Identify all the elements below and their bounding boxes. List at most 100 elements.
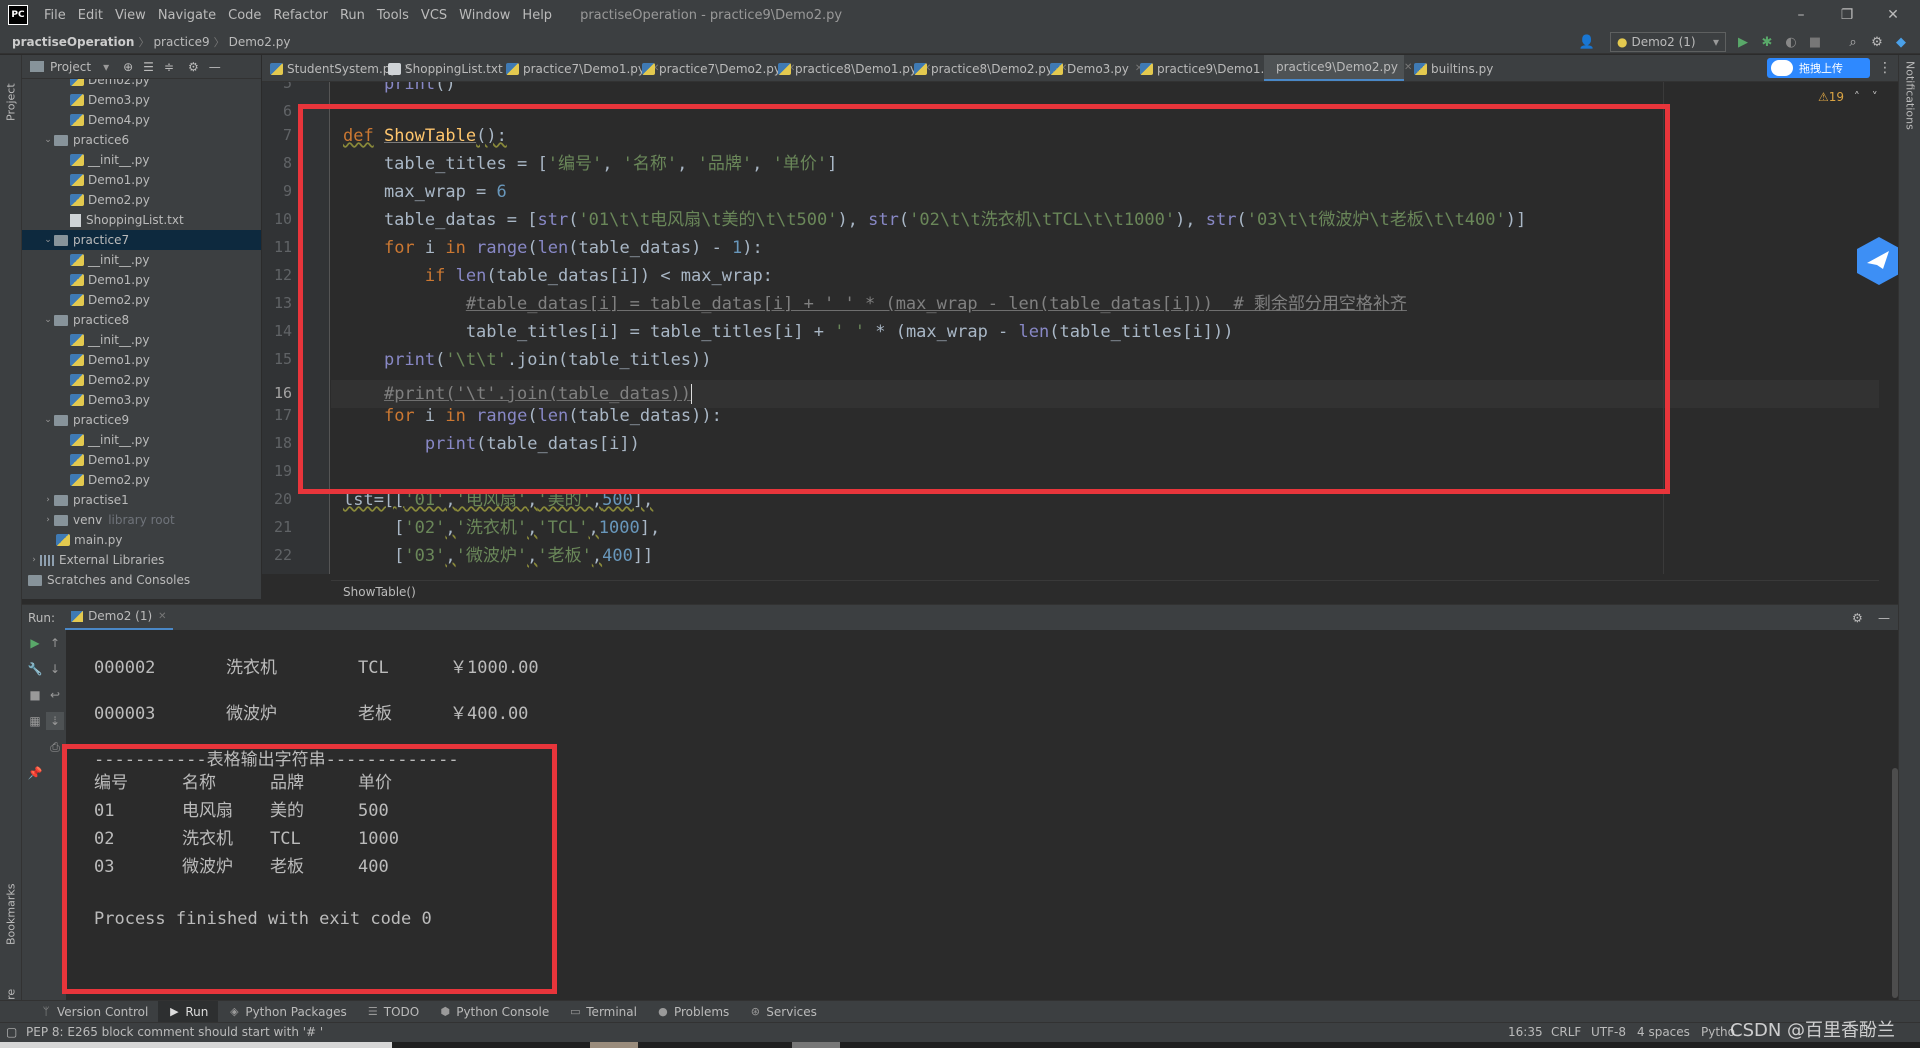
- tool-python-console[interactable]: ⬢ Python Console: [429, 1001, 559, 1023]
- debug-icon[interactable]: ✱: [1758, 33, 1776, 51]
- tree-item[interactable]: › External Libraries: [22, 550, 261, 570]
- pin-icon[interactable]: 📌: [26, 764, 44, 782]
- tree-item[interactable]: Demo2.py: [22, 470, 261, 490]
- stop-icon[interactable]: ■: [1806, 33, 1824, 51]
- tree-item[interactable]: Demo4.py: [22, 110, 261, 130]
- tree-item[interactable]: __init__.py: [22, 330, 261, 350]
- console-scrollbar[interactable]: [1892, 768, 1898, 998]
- chevron-down-icon[interactable]: ⌄: [42, 415, 54, 425]
- console-output[interactable]: 000002 洗衣机 TCL ￥1000.00 000003 微波炉 老板 ￥4…: [66, 630, 1898, 1010]
- menu-window[interactable]: Window: [453, 8, 516, 23]
- menu-view[interactable]: View: [109, 8, 152, 23]
- project-panel-title[interactable]: Project: [50, 60, 91, 74]
- chevron-right-icon[interactable]: ›: [42, 495, 54, 505]
- function-breadcrumb[interactable]: ShowTable(): [343, 585, 416, 599]
- user-icon[interactable]: 👤: [1578, 33, 1596, 51]
- file-encoding[interactable]: UTF-8: [1591, 1025, 1626, 1039]
- tab-practice9-demo2[interactable]: practice9\Demo2.py ✕: [1264, 55, 1412, 81]
- menu-help[interactable]: Help: [516, 8, 558, 23]
- chevron-right-icon[interactable]: ›: [42, 515, 54, 525]
- menu-code[interactable]: Code: [222, 8, 267, 23]
- tree-item[interactable]: ⌄ practice8: [22, 310, 261, 330]
- indent-setting[interactable]: 4 spaces: [1637, 1025, 1690, 1039]
- tree-item[interactable]: ⌄ practice6: [22, 130, 261, 150]
- layout-icon[interactable]: ▢: [6, 1025, 17, 1039]
- tree-item[interactable]: Demo1.py: [22, 350, 261, 370]
- down-arrow-icon[interactable]: ↓: [46, 660, 64, 678]
- menu-navigate[interactable]: Navigate: [152, 8, 222, 23]
- tree-item[interactable]: Demo1.py: [22, 170, 261, 190]
- settings-gear-icon[interactable]: ⚙: [1852, 611, 1863, 625]
- chevron-down-icon[interactable]: ⌄: [42, 315, 54, 325]
- rerun-icon[interactable]: ▶: [26, 634, 44, 652]
- more-options-icon[interactable]: ⋮: [1878, 60, 1892, 76]
- soft-wrap-icon[interactable]: ↩: [46, 686, 64, 704]
- close-button[interactable]: ✕: [1870, 0, 1916, 30]
- run-tab[interactable]: Demo2 (1) ✕: [65, 605, 173, 631]
- settings-gear-icon[interactable]: ⚙: [1868, 33, 1886, 51]
- tree-item[interactable]: › practise1: [22, 490, 261, 510]
- chevron-right-icon[interactable]: ›: [28, 555, 40, 565]
- tree-item[interactable]: ShoppingList.txt: [22, 210, 261, 230]
- tool-python-packages[interactable]: ◈ Python Packages: [218, 1001, 356, 1023]
- menu-refactor[interactable]: Refactor: [267, 8, 334, 23]
- tree-item[interactable]: ⌄ practice7: [22, 230, 261, 250]
- tab-demo3[interactable]: Demo3.py✕: [1042, 55, 1143, 81]
- minimize-button[interactable]: –: [1778, 0, 1824, 30]
- menu-file[interactable]: File: [38, 8, 72, 23]
- notifications-side-tab[interactable]: Notifications: [1901, 61, 1919, 151]
- chevron-up-icon[interactable]: ˄: [1854, 90, 1860, 104]
- hide-icon[interactable]: —: [1878, 611, 1890, 625]
- tab-shoppinglist[interactable]: ShoppingList.txt✕: [380, 55, 517, 81]
- chevron-down-icon[interactable]: ⌄: [42, 135, 54, 145]
- tree-item[interactable]: Demo2.py: [22, 190, 261, 210]
- status-message[interactable]: PEP 8: E265 block comment should start w…: [26, 1025, 323, 1039]
- menu-vcs[interactable]: VCS: [415, 8, 453, 23]
- drag-upload-button[interactable]: 拖拽上传: [1767, 58, 1870, 78]
- tree-item[interactable]: Demo1.py: [22, 270, 261, 290]
- tree-item[interactable]: __init__.py: [22, 150, 261, 170]
- code-editor[interactable]: print() def ShowTable(): table_titles = …: [331, 82, 1879, 574]
- chevron-down-icon[interactable]: ˅: [1872, 90, 1878, 104]
- chevron-down-icon[interactable]: ▾: [103, 60, 109, 74]
- run-icon[interactable]: ▶: [1734, 33, 1752, 51]
- tool-terminal[interactable]: ▭ Terminal: [559, 1001, 647, 1023]
- hide-icon[interactable]: —: [209, 60, 221, 74]
- restore-button[interactable]: ❐: [1824, 0, 1870, 30]
- tab-builtins[interactable]: builtins.py: [1406, 55, 1493, 81]
- tree-item[interactable]: Demo3.py: [22, 90, 261, 110]
- error-stripe[interactable]: [1879, 82, 1895, 574]
- tree-item[interactable]: Demo3.py: [22, 390, 261, 410]
- scroll-to-end-icon[interactable]: ⇣: [46, 712, 64, 730]
- chevron-down-icon[interactable]: ⌄: [42, 235, 54, 245]
- tool-version-control[interactable]: ᛘ Version Control: [30, 1001, 158, 1023]
- breadcrumb-project[interactable]: practiseOperation: [8, 35, 138, 49]
- expand-all-icon[interactable]: ☰: [143, 60, 154, 74]
- run-configuration-select[interactable]: ● Demo2 (1) ▾: [1610, 32, 1726, 52]
- tool-problems[interactable]: ● Problems: [647, 1001, 739, 1023]
- tree-item[interactable]: Scratches and Consoles: [22, 570, 261, 590]
- wrench-icon[interactable]: 🔧: [26, 660, 44, 678]
- breadcrumb-file[interactable]: Demo2.py: [225, 35, 295, 49]
- tool-services[interactable]: ⊛ Services: [739, 1001, 827, 1023]
- breadcrumb-folder[interactable]: practice9: [149, 35, 213, 49]
- tree-item[interactable]: Demo1.py: [22, 450, 261, 470]
- caret-position[interactable]: 16:35: [1508, 1025, 1543, 1039]
- bookmarks-side-tab[interactable]: Bookmarks: [2, 875, 20, 945]
- search-icon[interactable]: ⌕: [1844, 33, 1862, 51]
- tree-item[interactable]: Demo2.py: [22, 370, 261, 390]
- stop-icon[interactable]: ■: [26, 686, 44, 704]
- tree-item[interactable]: › venv library root: [22, 510, 261, 530]
- tree-item[interactable]: ⌄ practice9: [22, 410, 261, 430]
- coverage-icon[interactable]: ◐: [1782, 33, 1800, 51]
- collapse-all-icon[interactable]: ≑: [164, 60, 174, 74]
- layout-icon[interactable]: ▦: [26, 712, 44, 730]
- inspection-widget[interactable]: ⚠19 ˄ ˅: [1818, 90, 1878, 104]
- close-icon[interactable]: ✕: [158, 611, 166, 622]
- menu-run[interactable]: Run: [334, 8, 371, 23]
- print-icon[interactable]: ⎙: [46, 738, 64, 756]
- plugin-icon[interactable]: ◆: [1892, 33, 1910, 51]
- menu-tools[interactable]: Tools: [371, 8, 415, 23]
- tool-run[interactable]: ▶ Run: [158, 1000, 219, 1023]
- up-arrow-icon[interactable]: ↑: [46, 634, 64, 652]
